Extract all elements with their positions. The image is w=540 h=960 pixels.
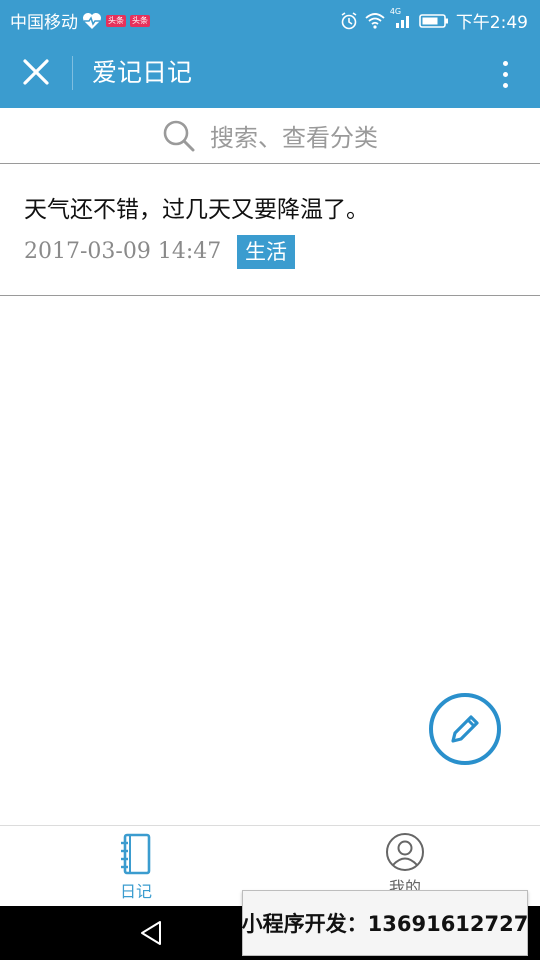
more-vertical-icon [502, 60, 508, 66]
tab-diary[interactable]: 日记 [76, 832, 196, 902]
status-right: 4G 下午2:49 [340, 7, 528, 33]
promo-text: 小程序开发：13691612727 [241, 912, 529, 936]
close-icon [23, 59, 49, 85]
wifi-icon [365, 12, 385, 29]
news-badge: 头条 [106, 14, 126, 27]
title-bar: 爱记日记 [0, 36, 540, 108]
more-vertical-icon [502, 82, 508, 88]
title-divider [72, 56, 73, 90]
carrier-label: 中国移动 [10, 13, 78, 33]
network-type: 4G [389, 6, 402, 16]
heart-pulse-icon [82, 12, 102, 30]
category-tag[interactable]: 生活 [237, 235, 295, 269]
pencil-icon [451, 715, 479, 743]
signal-icon: 4G [390, 7, 412, 29]
app-screen: 中国移动 头条 头条 4G 下午2:49 爱记日记 搜索、查看分类 天气还不错，… [0, 0, 540, 960]
search-bar[interactable]: 搜索、查看分类 [0, 108, 540, 164]
search-icon [163, 120, 195, 151]
status-bar: 中国移动 头条 头条 4G 下午2:49 [0, 0, 540, 36]
news-badge: 头条 [130, 14, 150, 27]
notebook-icon [121, 833, 151, 875]
more-vertical-icon [502, 71, 508, 77]
diary-entry[interactable]: 天气还不错，过几天又要降温了。 2017-03-09 14:47 生活 [0, 164, 540, 296]
battery-icon [419, 13, 449, 29]
tab-diary-label: 日记 [119, 882, 152, 901]
close-button[interactable] [14, 50, 58, 94]
back-triangle-icon [141, 921, 161, 945]
search-placeholder: 搜索、查看分类 [210, 124, 378, 152]
entry-text: 天气还不错，过几天又要降温了。 [24, 197, 369, 223]
entry-date: 2017-03-09 14:47 [24, 239, 222, 264]
status-left: 中国移动 头条 头条 [10, 8, 150, 33]
promo-banner: 小程序开发：13691612727 [242, 890, 528, 956]
write-diary-button[interactable] [429, 693, 501, 765]
more-options-button[interactable] [490, 54, 520, 94]
user-icon [386, 833, 424, 871]
alarm-icon [340, 11, 358, 30]
tab-mine[interactable]: 我的 [345, 832, 465, 898]
back-button[interactable] [134, 916, 168, 950]
clock-label: 下午2:49 [455, 13, 528, 33]
page-title: 爱记日记 [92, 58, 193, 87]
